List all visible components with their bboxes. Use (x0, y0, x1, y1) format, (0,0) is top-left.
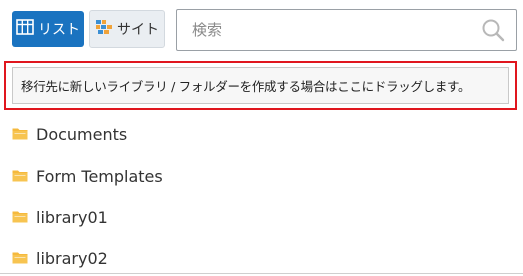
folder-icon (12, 249, 28, 268)
site-icon (95, 19, 113, 39)
folder-item[interactable]: Form Templates (12, 165, 163, 187)
list-view-icon (16, 19, 34, 39)
toolbar: リスト サイト (0, 0, 523, 58)
folder-icon (12, 208, 28, 227)
folder-name: Documents (36, 124, 128, 144)
folder-item[interactable]: Documents (12, 123, 127, 145)
search-icon[interactable] (480, 17, 506, 43)
drop-zone-highlight: 移行先に新しいライブラリ / フォルダーを作成する場合はここにドラッグします。 (4, 61, 517, 110)
site-view-label: サイト (117, 22, 159, 38)
search-input[interactable] (190, 20, 480, 40)
folder-icon (12, 167, 28, 186)
folder-name: library02 (36, 248, 108, 268)
search-box[interactable] (176, 9, 517, 51)
drop-zone[interactable]: 移行先に新しいライブラリ / フォルダーを作成する場合はここにドラッグします。 (12, 67, 509, 104)
site-view-button[interactable]: サイト (89, 10, 165, 48)
list-view-label: リスト (38, 22, 80, 38)
divider (0, 273, 523, 274)
folder-item[interactable]: library01 (12, 206, 108, 228)
folder-name: Form Templates (36, 166, 163, 186)
drop-zone-text: 移行先に新しいライブラリ / フォルダーを作成する場合はここにドラッグします。 (21, 79, 471, 94)
folder-item[interactable]: library02 (12, 247, 108, 269)
folder-icon (12, 125, 28, 144)
list-view-button[interactable]: リスト (12, 11, 84, 47)
folder-name: library01 (36, 207, 108, 227)
